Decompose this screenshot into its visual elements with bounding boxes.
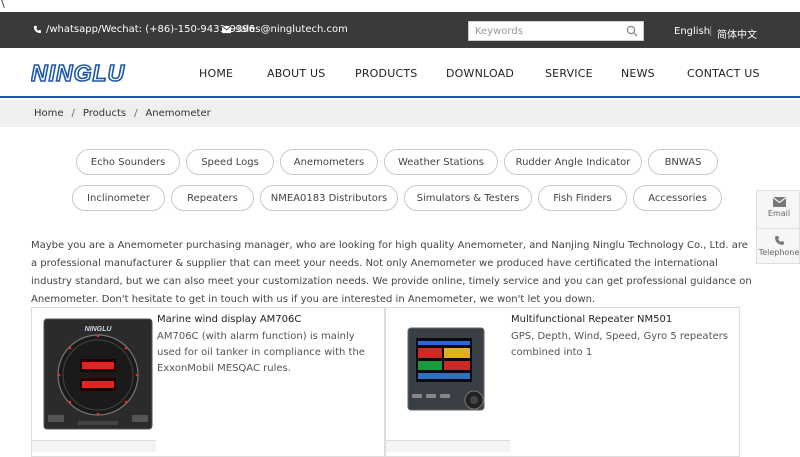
category-echo-sounders[interactable]: Echo Sounders: [76, 149, 180, 175]
svg-text:NINGLU: NINGLU: [85, 326, 113, 333]
category-speed-logs[interactable]: Speed Logs: [186, 149, 274, 175]
category-nmea0183-distributors[interactable]: NMEA0183 Distributors: [260, 185, 398, 211]
product-action-bar[interactable]: [386, 440, 510, 452]
side-telephone-label: Telephone: [758, 248, 800, 257]
category-bnwas[interactable]: BNWAS: [648, 149, 718, 175]
stray-text: \: [1, 0, 5, 10]
email-text: sales@ninglutech.com: [235, 24, 348, 35]
category-anemometers[interactable]: Anemometers: [280, 149, 378, 175]
phone-icon: [33, 25, 42, 34]
nav-service[interactable]: SERVICE: [545, 67, 593, 80]
nav-news[interactable]: NEWS: [621, 67, 655, 80]
product-description: AM706C (with alarm function) is mainly u…: [157, 331, 365, 374]
mail-icon: [222, 25, 231, 34]
product-action-bar[interactable]: [32, 440, 156, 452]
side-telephone-button[interactable]: Telephone: [757, 228, 800, 265]
breadcrumb-current: Anemometer: [145, 108, 211, 119]
lang-chinese-link[interactable]: 简体中文: [717, 26, 757, 41]
ninglu-logo[interactable]: NINGLU: [31, 62, 145, 84]
lang-english-link[interactable]: English: [674, 26, 710, 37]
intro-paragraph: Maybe you are a Anemometer purchasing ma…: [31, 240, 752, 305]
product-image-am706c[interactable]: NINGLU: [38, 315, 158, 433]
product-title[interactable]: Marine wind display AM706C: [157, 314, 301, 325]
category-fish-finders[interactable]: Fish Finders: [538, 185, 627, 211]
breadcrumb-home[interactable]: Home: [34, 108, 64, 119]
breadcrumb: Home / Products / Anemometer: [34, 108, 211, 119]
side-contact-float: Email Telephone: [756, 190, 800, 264]
product-image-nm501[interactable]: [406, 326, 492, 418]
category-inclinometer[interactable]: Inclinometer: [72, 185, 165, 211]
site-header: NINGLU HOME ABOUT US PRODUCTS DOWNLOAD S…: [0, 48, 800, 98]
lang-separator: |: [709, 26, 713, 37]
breadcrumb-bar: Home / Products / Anemometer: [0, 100, 800, 127]
nav-download[interactable]: DOWNLOAD: [446, 67, 514, 80]
product-description: GPS, Depth, Wind, Speed, Gyro 5 repeater…: [511, 331, 728, 358]
search-box: [468, 21, 644, 41]
product-card[interactable]: NINGLU Marine wind display AM706C AM706C…: [31, 307, 385, 457]
search-input[interactable]: [469, 22, 619, 40]
side-email-label: Email: [767, 209, 791, 218]
nav-contact-us[interactable]: CONTACT US: [687, 67, 760, 80]
nav-home[interactable]: HOME: [199, 67, 233, 80]
search-icon[interactable]: [626, 25, 638, 37]
breadcrumb-products[interactable]: Products: [83, 108, 126, 119]
top-bar: /whatsapp/Wechat: (+86)-150-9431-9396 sa…: [0, 12, 800, 48]
nav-about-us[interactable]: ABOUT US: [267, 67, 325, 80]
svg-text:NINGLU: NINGLU: [31, 62, 126, 84]
nav-products[interactable]: PRODUCTS: [355, 67, 417, 80]
category-repeaters[interactable]: Repeaters: [171, 185, 254, 211]
product-title[interactable]: Multifunctional Repeater NM501: [511, 314, 672, 325]
mail-icon: [772, 197, 786, 207]
category-weather-stations[interactable]: Weather Stations: [384, 149, 498, 175]
breadcrumb-separator: /: [134, 108, 138, 119]
category-accessories[interactable]: Accessories: [633, 185, 722, 211]
side-email-button[interactable]: Email: [757, 191, 800, 228]
email-contact[interactable]: sales@ninglutech.com: [222, 24, 348, 35]
category-rudder-angle-indicator[interactable]: Rudder Angle Indicator: [504, 149, 642, 175]
category-simulators-testers[interactable]: Simulators & Testers: [404, 185, 532, 211]
breadcrumb-separator: /: [71, 108, 75, 119]
phone-icon: [774, 236, 784, 245]
product-card[interactable]: Multifunctional Repeater NM501 GPS, Dept…: [385, 307, 740, 457]
